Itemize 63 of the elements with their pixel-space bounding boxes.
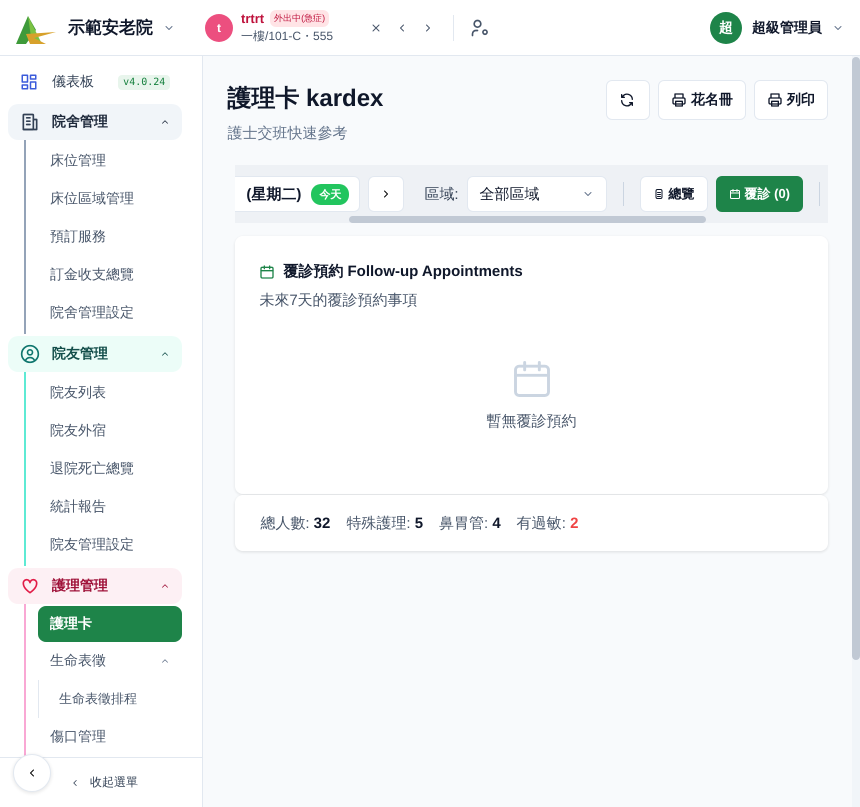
area-label: 區域: [424, 184, 458, 204]
date-picker[interactable]: (星期二) 今天 [235, 176, 360, 212]
empty-message: 暫無覆診預約 [486, 412, 577, 431]
collapse-menu-link[interactable]: 收起選單 [90, 774, 138, 791]
dashboard-icon [20, 73, 38, 91]
menu-group[interactable]: 護理管理 [8, 568, 182, 604]
patient-name[interactable]: trtrt [241, 11, 264, 26]
menu-item[interactable]: 統計報告 [38, 488, 182, 526]
menu-item[interactable]: 院友列表 [38, 374, 182, 412]
printer-icon [767, 92, 783, 108]
patient-avatar: t [205, 14, 233, 42]
refresh-button[interactable] [606, 80, 650, 120]
today-badge: 今天 [311, 184, 350, 204]
user-name[interactable]: 超級管理員 [752, 18, 822, 36]
menu-item[interactable]: 傷口管理 [38, 718, 182, 756]
refresh-icon [619, 92, 635, 108]
building-icon [20, 112, 40, 132]
version-badge: v4.0.24 [118, 74, 170, 90]
user-avatar: 超 [710, 12, 742, 44]
stat-text: 特殊護理: 5 [346, 514, 424, 532]
calendar-icon [259, 264, 276, 280]
page-subtitle: 護士交班快速參考 [227, 124, 348, 143]
close-icon [370, 22, 382, 34]
menu-group[interactable]: 院友管理 [8, 336, 182, 372]
scrollbar-thumb[interactable] [349, 216, 706, 223]
org-name: 示範安老院 [68, 17, 153, 39]
patient-location: 一樓/101-C・555 [241, 28, 334, 45]
print-button[interactable]: 花名冊 [658, 80, 746, 120]
clipboard-icon [652, 188, 664, 200]
stat-text: 有過敏: 2 [516, 514, 578, 532]
menu-item[interactable]: 退院死亡總覽 [38, 450, 182, 488]
status-badge: 外出中(急症) [270, 10, 330, 27]
collapse-button[interactable] [13, 754, 51, 792]
scrollbar-thumb[interactable] [852, 57, 860, 660]
stat-text: 總人數: 32 [260, 514, 330, 532]
menu-item[interactable]: 儀表板 [52, 73, 94, 91]
menu-item[interactable]: 院友管理設定 [38, 526, 182, 564]
printer-icon [671, 92, 687, 108]
stat-text: 鼻胃管: 4 [439, 514, 501, 532]
next-day-button[interactable] [368, 176, 404, 212]
print-button[interactable]: 列印 [754, 80, 828, 120]
menu-item[interactable]: 院舍管理設定 [38, 294, 182, 332]
menu-item[interactable]: 床位區域管理 [38, 180, 182, 218]
menu-item[interactable]: 護理卡 [38, 606, 182, 642]
card-title: 覆診預約 Follow-up Appointments [283, 262, 523, 281]
menu-item-label: 生命表徵 [50, 652, 106, 670]
menu-item[interactable]: 預訂服務 [38, 218, 182, 256]
menu-item[interactable]: 生命表徵排程 [47, 682, 182, 716]
menu-item[interactable]: 院友外宿 [38, 412, 182, 450]
user-circle-icon [20, 344, 40, 364]
menu-row[interactable]: 生命表徵 [38, 642, 182, 680]
view-tab[interactable]: 覆診 (0) [716, 176, 803, 212]
area-dropdown[interactable]: 全部區域 [466, 176, 606, 212]
menu-group[interactable]: 院舍管理 [8, 104, 182, 140]
page-title: 護理卡 kardex [227, 84, 384, 114]
card-subtitle: 未來7天的覆診預約事項 [259, 291, 419, 310]
view-tab[interactable]: 總覽 [640, 176, 708, 212]
heart-icon [20, 576, 40, 596]
menu-item[interactable]: 訂金收支總覽 [38, 256, 182, 294]
date-label: (星期二) [246, 184, 302, 204]
calendar-icon [728, 188, 740, 200]
user-gear-icon [470, 18, 490, 38]
menu-item[interactable]: 床位管理 [38, 142, 182, 180]
